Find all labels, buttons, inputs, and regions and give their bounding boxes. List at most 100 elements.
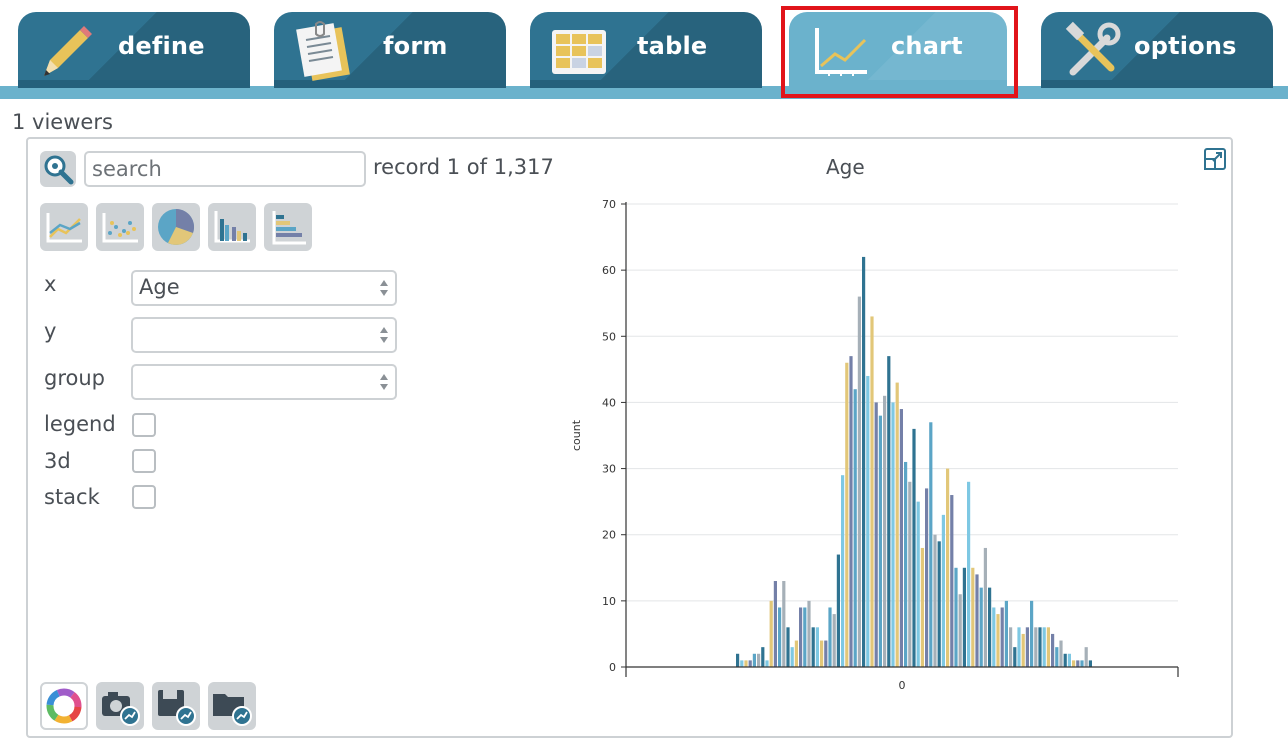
line-chart-button[interactable] <box>40 203 88 251</box>
bar <box>811 627 815 667</box>
3d-checkbox[interactable] <box>132 449 156 473</box>
pie-chart-button[interactable] <box>152 203 200 251</box>
bar <box>761 647 765 667</box>
scatter-chart-icon <box>102 213 138 243</box>
search-button[interactable] <box>40 151 76 187</box>
expand-icon[interactable] <box>1203 147 1227 171</box>
bar <box>815 627 819 667</box>
open-chart-button[interactable] <box>208 682 256 730</box>
bar <box>769 600 773 667</box>
bar <box>799 607 803 667</box>
bar <box>1009 627 1013 667</box>
y-axis-label: count <box>570 419 583 451</box>
tab-label: define <box>118 32 205 60</box>
bar <box>803 607 807 667</box>
bar <box>975 574 979 667</box>
tab-label: table <box>637 32 708 60</box>
stack-label: stack <box>44 485 100 509</box>
tab-label: form <box>383 32 448 60</box>
bar <box>950 495 954 667</box>
bar <box>845 362 849 667</box>
tab-form[interactable]: form <box>274 12 506 88</box>
age-histogram-chart: 0 10 20 30 40 50 60 70 0 count <box>570 198 1179 692</box>
x-select[interactable]: Age <box>131 270 397 306</box>
bar <box>807 600 811 667</box>
line-chart-icon <box>46 213 82 243</box>
bar <box>773 581 777 667</box>
bar <box>1067 653 1071 667</box>
bar <box>971 567 975 667</box>
bar <box>908 481 912 667</box>
tab-options[interactable]: options <box>1041 12 1273 88</box>
bar <box>954 567 958 667</box>
x-label: x <box>44 272 57 296</box>
line-chart-icon <box>815 28 867 76</box>
bar <box>904 461 908 667</box>
group-select[interactable] <box>131 364 397 400</box>
bar <box>757 653 761 667</box>
color-palette-button[interactable] <box>40 682 88 730</box>
viewers-count: 1 viewers <box>12 110 113 134</box>
bar <box>946 468 950 667</box>
bar <box>794 640 798 667</box>
legend-checkbox[interactable] <box>132 413 156 437</box>
bar-chart-button[interactable] <box>208 203 256 251</box>
select-arrows-icon <box>380 327 388 343</box>
bar <box>1072 660 1076 667</box>
bar <box>778 607 782 667</box>
y-label: y <box>44 319 57 343</box>
bar <box>790 647 794 667</box>
save-chart-button[interactable] <box>152 682 200 730</box>
select-arrows-icon <box>380 280 388 296</box>
bar-chart-icon <box>214 211 250 243</box>
bar <box>849 356 853 667</box>
magnifier-icon <box>44 155 74 185</box>
bar <box>1030 600 1034 667</box>
y-tick-label: 40 <box>602 396 616 409</box>
tab-table[interactable]: table <box>530 12 762 88</box>
bar <box>862 256 866 667</box>
bar <box>1080 660 1084 667</box>
bar <box>1088 660 1092 667</box>
group-label: group <box>44 366 105 390</box>
bar <box>925 488 929 667</box>
y-select[interactable] <box>131 317 397 353</box>
bar <box>1051 633 1055 667</box>
bar <box>1038 627 1042 667</box>
bar <box>1063 653 1067 667</box>
bar <box>983 547 987 667</box>
search-input[interactable] <box>84 151 366 187</box>
y-tick-label: 60 <box>602 264 616 277</box>
camera-chart-icon <box>102 692 140 726</box>
select-arrows-icon <box>380 374 388 390</box>
bar <box>857 296 861 667</box>
tab-chart[interactable]: chart <box>789 12 1007 88</box>
bar <box>967 481 971 667</box>
bar <box>820 640 824 667</box>
tab-define[interactable]: define <box>18 12 250 88</box>
legend-label: legend <box>44 412 116 436</box>
bar <box>962 567 966 667</box>
bar <box>744 660 748 667</box>
horizontal-bar-chart-button[interactable] <box>264 203 312 251</box>
scatter-chart-button[interactable] <box>96 203 144 251</box>
bar <box>933 534 937 667</box>
table-grid-icon <box>552 30 606 74</box>
bar <box>786 627 790 667</box>
bar <box>937 541 941 667</box>
bar <box>1076 660 1080 667</box>
chart-title: Age <box>826 155 865 179</box>
bar <box>912 428 916 667</box>
bar <box>870 316 874 667</box>
tab-label: options <box>1134 32 1237 60</box>
bar <box>878 415 882 667</box>
bar <box>883 395 887 667</box>
bar <box>979 587 983 667</box>
bar <box>887 356 891 667</box>
y-tick-label: 20 <box>602 529 616 542</box>
bar <box>1013 647 1017 667</box>
form-notepad-icon <box>296 21 350 81</box>
snapshot-chart-button[interactable] <box>96 682 144 730</box>
bar <box>866 375 870 667</box>
stack-checkbox[interactable] <box>132 485 156 509</box>
